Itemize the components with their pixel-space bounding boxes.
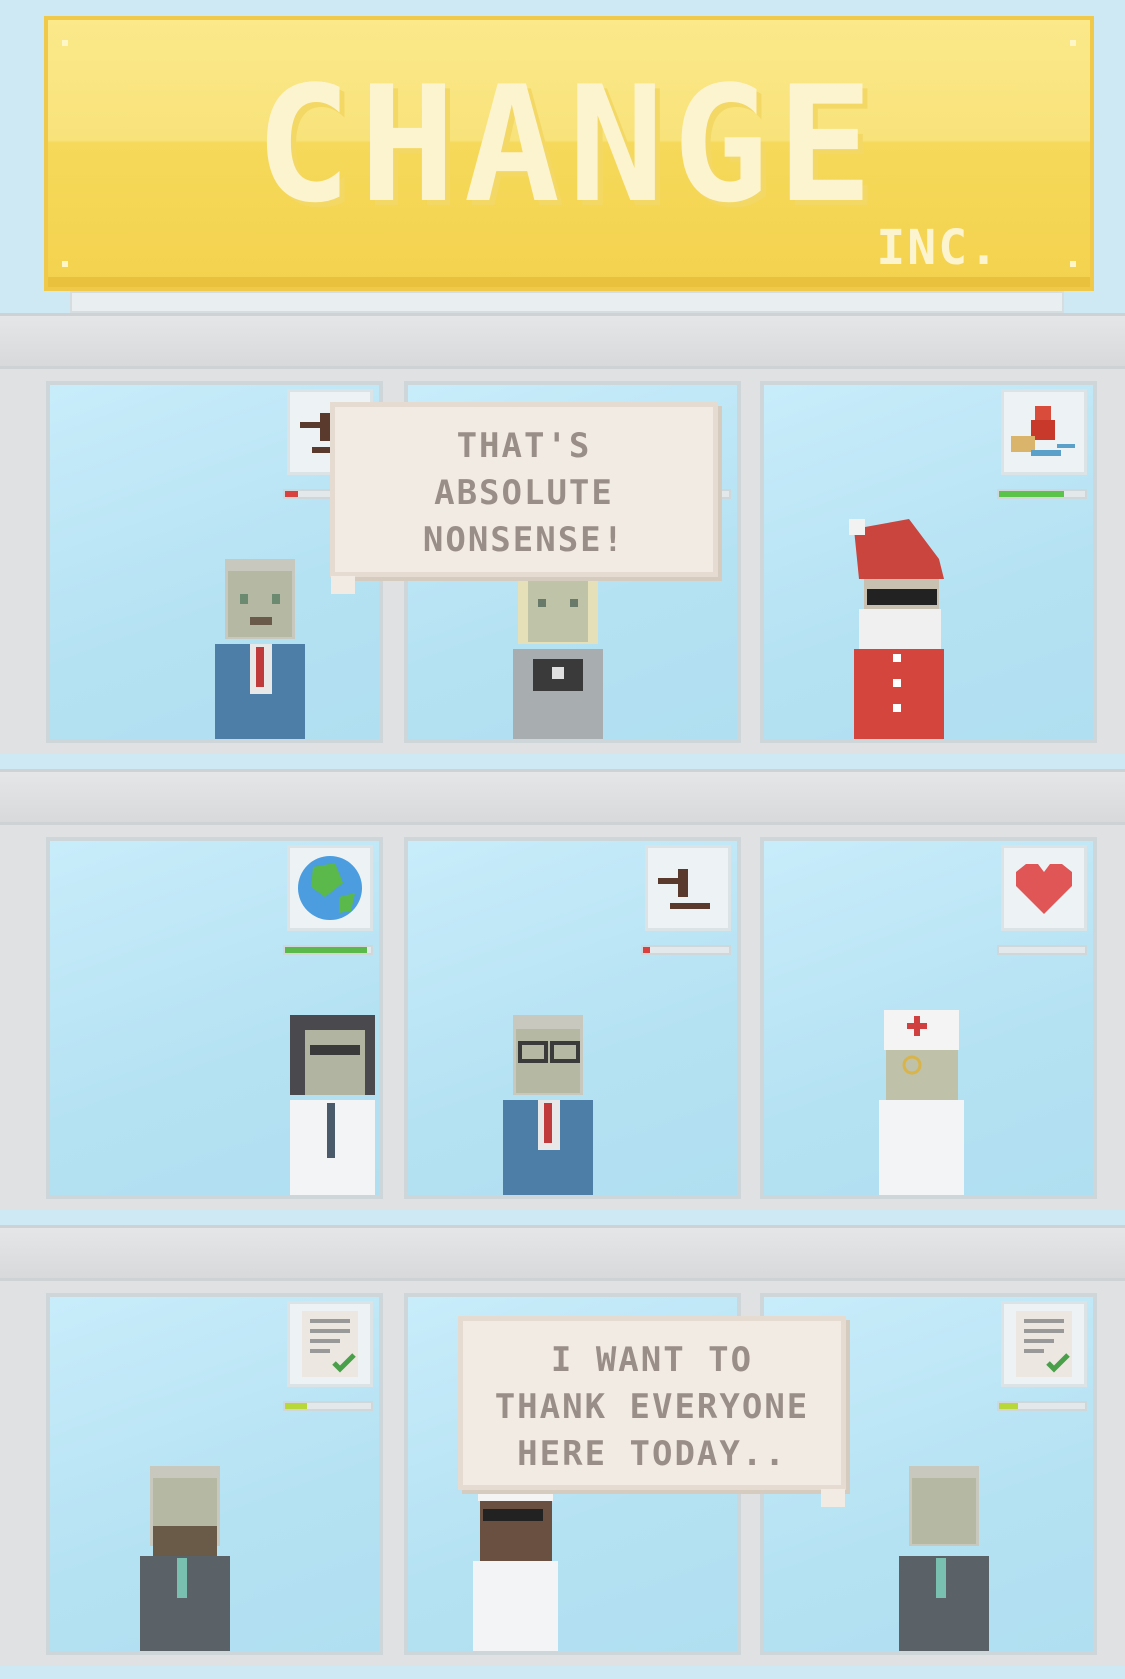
company-sign: CHANGE INC. — [44, 16, 1094, 291]
office-window[interactable] — [760, 381, 1097, 743]
office-icon-box[interactable] — [1001, 389, 1087, 475]
floor-2 — [0, 825, 1125, 1210]
gavel-icon — [658, 869, 710, 909]
character-doctor[interactable] — [468, 1471, 563, 1651]
office-icon-box[interactable] — [1001, 1301, 1087, 1387]
office-meter — [997, 489, 1087, 499]
santa-sleigh-icon — [1011, 406, 1075, 456]
speech-text: I WANT TO THANK EVERYONE HERE TODAY.. — [494, 1340, 810, 1474]
character-officer[interactable] — [285, 1015, 380, 1195]
office-icon-box[interactable] — [1001, 845, 1087, 931]
office-meter — [997, 945, 1087, 955]
office-icon-box[interactable] — [645, 845, 731, 931]
character-photographer[interactable] — [508, 559, 608, 739]
floor-beam — [0, 1225, 1125, 1281]
speech-bubble: I WANT TO THANK EVERYONE HERE TODAY.. — [458, 1316, 846, 1507]
office-meter — [283, 945, 373, 955]
character-nurse[interactable] — [874, 1010, 969, 1195]
checklist-icon — [1016, 1311, 1072, 1377]
sign-mount — [70, 291, 1064, 313]
office-window[interactable] — [46, 837, 383, 1199]
office-window[interactable] — [760, 837, 1097, 1199]
rivet — [1070, 40, 1076, 46]
rivet — [62, 261, 68, 267]
globe-icon — [298, 856, 362, 920]
meter-fill — [285, 1403, 307, 1409]
character-bearded-man[interactable] — [135, 1466, 235, 1651]
rivet — [1070, 261, 1076, 267]
floor-beam — [0, 313, 1125, 369]
character-judge[interactable] — [498, 1015, 598, 1195]
office-meter — [997, 1401, 1087, 1411]
office-icon-box[interactable] — [287, 1301, 373, 1387]
meter-fill — [999, 491, 1064, 497]
meter-fill — [285, 947, 367, 953]
office-meter — [641, 945, 731, 955]
speech-bubble: THAT'S ABSOLUTE NONSENSE! — [330, 402, 718, 594]
office-meter — [283, 1401, 373, 1411]
speech-text: THAT'S ABSOLUTE NONSENSE! — [422, 426, 626, 560]
sign-title: CHANGE — [255, 51, 881, 238]
rivet — [62, 40, 68, 46]
character-old-man[interactable] — [894, 1466, 994, 1651]
meter-fill — [643, 947, 650, 953]
meter-fill — [999, 1403, 1018, 1409]
office-icon-box[interactable] — [287, 845, 373, 931]
heart-icon — [1016, 864, 1072, 914]
checklist-icon — [302, 1311, 358, 1377]
character-santa[interactable] — [849, 519, 949, 739]
floor-beam — [0, 769, 1125, 825]
office-window[interactable] — [46, 1293, 383, 1655]
office-window[interactable] — [404, 837, 741, 1199]
meter-fill — [285, 491, 298, 497]
bubble-tail — [331, 576, 355, 594]
sign-subtitle: INC. — [876, 220, 1000, 276]
bubble-tail — [821, 1489, 845, 1507]
character-businessman[interactable] — [210, 559, 310, 739]
